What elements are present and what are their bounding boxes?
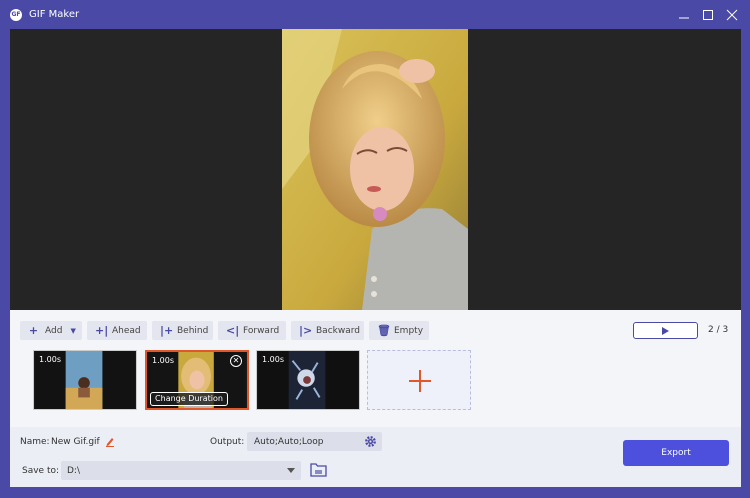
total-frames: 3 bbox=[722, 325, 729, 335]
move-forward-icon: <| bbox=[226, 324, 240, 337]
backward-label: Backward bbox=[316, 325, 360, 336]
timeline-editor: + Add ▼ +| Ahead |+ Behind <| Forward |>… bbox=[10, 310, 741, 487]
main-panel: + Add ▼ +| Ahead |+ Behind <| Forward |>… bbox=[10, 29, 741, 487]
app-icon: GF bbox=[10, 9, 22, 21]
add-frame-button[interactable] bbox=[367, 350, 471, 410]
empty-button[interactable]: 🗑 Empty bbox=[369, 321, 429, 340]
gif-name: New Gif.gif bbox=[51, 437, 100, 447]
output-label: Output: bbox=[210, 437, 245, 447]
behind-button[interactable]: |+ Behind bbox=[152, 321, 213, 340]
close-icon[interactable] bbox=[725, 8, 739, 22]
add-frame-plus-icon-vertical bbox=[419, 370, 421, 392]
empty-label: Empty bbox=[394, 325, 424, 336]
chevron-down-icon[interactable] bbox=[287, 468, 295, 473]
gif-maker-window: GF GIF Maker + Add ▼ +| Ahead |+ Behind … bbox=[0, 0, 750, 498]
play-button[interactable] bbox=[633, 322, 698, 339]
save-path-value: D:\ bbox=[67, 466, 80, 476]
frame-duration: 1.00s bbox=[152, 356, 174, 365]
save-path-dropdown[interactable]: D:\ bbox=[61, 461, 301, 480]
frame-thumbnail-2[interactable]: 1.00s ✕ Change Duration bbox=[145, 350, 249, 410]
ahead-button[interactable]: +| Ahead bbox=[87, 321, 147, 340]
chevron-down-icon[interactable]: ▼ bbox=[70, 327, 75, 335]
plus-icon: + bbox=[28, 324, 39, 337]
output-value: Auto;Auto;Loop bbox=[254, 437, 324, 447]
preview-image bbox=[282, 29, 468, 310]
save-to-label: Save to: bbox=[22, 466, 60, 476]
add-label: Add bbox=[45, 325, 63, 336]
name-label: Name: bbox=[20, 437, 50, 447]
ahead-label: Ahead bbox=[112, 325, 141, 336]
frame-thumbnail-3[interactable]: 1.00s bbox=[256, 350, 360, 410]
minimize-icon[interactable] bbox=[677, 8, 691, 22]
frame-thumbnail-1[interactable]: 1.00s bbox=[33, 350, 137, 410]
export-button[interactable]: Export bbox=[623, 440, 729, 466]
forward-label: Forward bbox=[243, 325, 280, 336]
preview-area bbox=[10, 29, 741, 310]
frame-counter: 2 / 3 bbox=[708, 325, 728, 335]
output-field[interactable]: Auto;Auto;Loop bbox=[247, 432, 382, 451]
play-icon bbox=[662, 327, 669, 335]
insert-ahead-icon: +| bbox=[95, 324, 109, 337]
pencil-icon[interactable] bbox=[105, 435, 115, 447]
remove-frame-icon[interactable]: ✕ bbox=[230, 355, 242, 367]
add-button[interactable]: + Add ▼ bbox=[20, 321, 82, 340]
current-frame: 2 bbox=[708, 325, 714, 335]
folder-icon[interactable] bbox=[310, 462, 327, 477]
behind-label: Behind bbox=[177, 325, 209, 336]
trash-icon: 🗑 bbox=[377, 324, 391, 337]
frame-duration: 1.00s bbox=[262, 355, 284, 364]
counter-separator: / bbox=[716, 325, 720, 335]
gear-icon[interactable] bbox=[364, 435, 377, 448]
window-title: GIF Maker bbox=[29, 9, 80, 20]
maximize-icon[interactable] bbox=[701, 8, 715, 22]
backward-button[interactable]: |> Backward bbox=[291, 321, 364, 340]
change-duration-button[interactable]: Change Duration bbox=[150, 392, 228, 406]
forward-button[interactable]: <| Forward bbox=[218, 321, 286, 340]
insert-behind-icon: |+ bbox=[160, 324, 174, 337]
frame-duration: 1.00s bbox=[39, 355, 61, 364]
title-bar: GF GIF Maker bbox=[0, 0, 750, 29]
move-backward-icon: |> bbox=[299, 324, 313, 337]
settings-panel: Name: New Gif.gif Output: Auto;Auto;Loop… bbox=[10, 427, 741, 487]
